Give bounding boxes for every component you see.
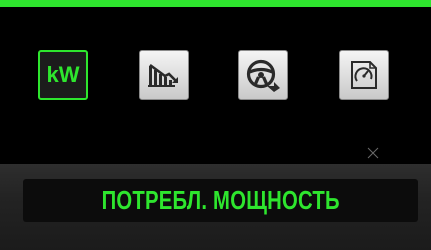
steering-wheel-arrow-icon: [245, 58, 281, 92]
mode-label-text: ПОТРЕБЛ. МОЩНОСТЬ: [101, 185, 340, 215]
crosshair-cursor-icon: [364, 144, 382, 162]
top-status-bar: [0, 0, 431, 7]
gauge-document-icon: [349, 59, 379, 91]
mode-label-display: ПОТРЕБЛ. МОЩНОСТЬ: [23, 179, 418, 222]
declining-bar-chart-icon: [147, 62, 181, 88]
settings-button[interactable]: [339, 50, 389, 100]
trend-button[interactable]: [139, 50, 189, 100]
kw-label: kW: [46, 62, 80, 87]
driving-button[interactable]: [238, 50, 288, 100]
power-kw-button[interactable]: kW: [38, 50, 88, 100]
